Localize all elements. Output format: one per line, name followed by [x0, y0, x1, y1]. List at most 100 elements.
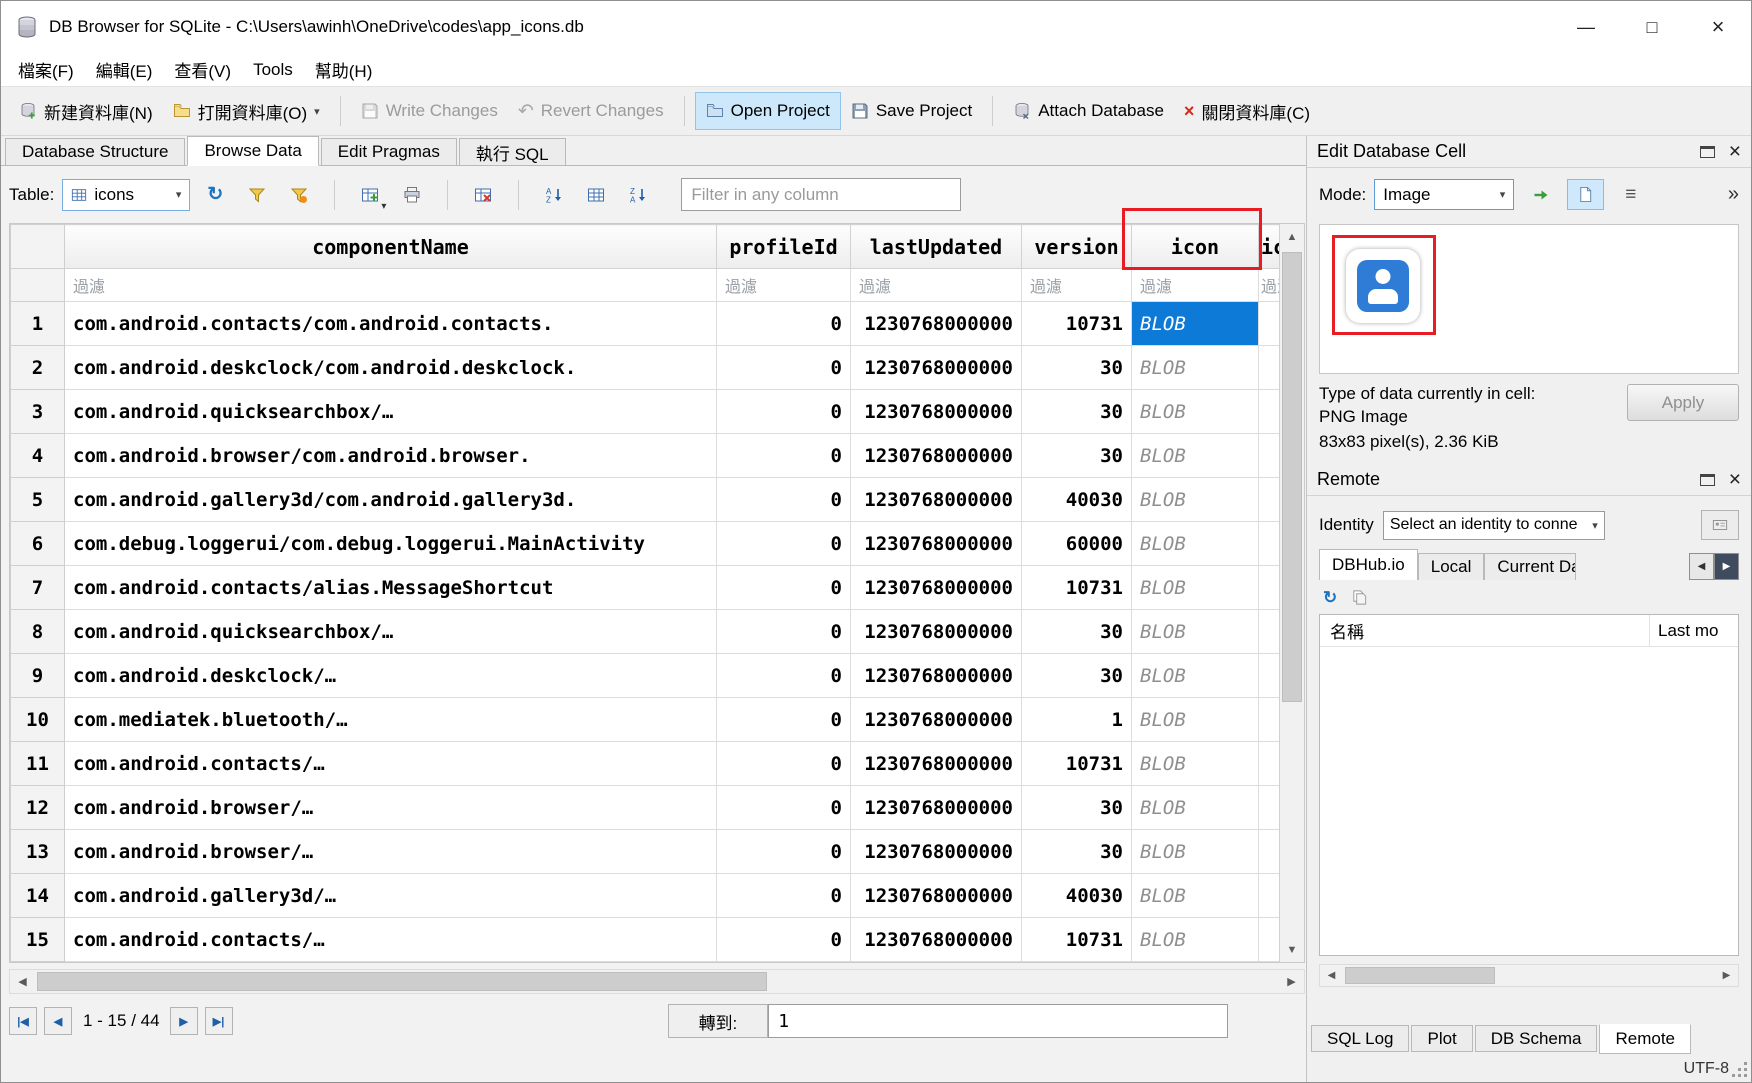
open-database-dropdown[interactable]: ▾: [314, 105, 320, 118]
menu-tools[interactable]: Tools: [242, 55, 304, 85]
cell-lastUpdated[interactable]: 1230768000000: [851, 698, 1022, 742]
row-number[interactable]: 6: [11, 522, 65, 566]
cell-profileId[interactable]: 0: [717, 742, 851, 786]
cell-icon[interactable]: BLOB: [1132, 742, 1259, 786]
cell-componentName[interactable]: com.android.quicksearchbox/…: [65, 390, 717, 434]
cell-profileId[interactable]: 0: [717, 478, 851, 522]
row-number[interactable]: 1: [11, 302, 65, 346]
cell-lastUpdated[interactable]: 1230768000000: [851, 566, 1022, 610]
print-button[interactable]: [395, 179, 429, 211]
row-number[interactable]: 13: [11, 830, 65, 874]
cell-lastUpdated[interactable]: 1230768000000: [851, 654, 1022, 698]
col-componentName[interactable]: componentName: [65, 225, 717, 269]
cell-extra[interactable]: [1259, 390, 1281, 434]
cell-extra[interactable]: [1259, 478, 1281, 522]
cell-icon[interactable]: BLOB: [1132, 302, 1259, 346]
filter-profileId[interactable]: 過濾: [717, 269, 851, 302]
scroll-up-icon[interactable]: ▲: [1280, 224, 1304, 249]
cell-profileId[interactable]: 0: [717, 434, 851, 478]
cell-version[interactable]: 10731: [1022, 566, 1132, 610]
col-profileId[interactable]: profileId: [717, 225, 851, 269]
columns-button[interactable]: [579, 179, 613, 211]
cell-componentName[interactable]: com.android.deskclock/…: [65, 654, 717, 698]
cell-componentName[interactable]: com.android.gallery3d/…: [65, 874, 717, 918]
cell-lastUpdated[interactable]: 1230768000000: [851, 830, 1022, 874]
cell-icon[interactable]: BLOB: [1132, 478, 1259, 522]
goto-input[interactable]: [768, 1004, 1228, 1038]
global-filter-input[interactable]: [681, 178, 961, 211]
cell-version[interactable]: 30: [1022, 346, 1132, 390]
col-lastUpdated[interactable]: lastUpdated: [851, 225, 1022, 269]
close-panel-icon[interactable]: ×: [1729, 141, 1741, 162]
tab-sql-log[interactable]: SQL Log: [1311, 1025, 1409, 1052]
cell-lastUpdated[interactable]: 1230768000000: [851, 478, 1022, 522]
identity-settings-button[interactable]: [1701, 510, 1739, 540]
sort-asc-button[interactable]: AZ: [537, 179, 571, 211]
cell-extra[interactable]: [1259, 742, 1281, 786]
cell-version[interactable]: 1: [1022, 698, 1132, 742]
attach-database-button[interactable]: Attach Database: [1003, 93, 1174, 129]
identity-select[interactable]: Select an identity to conne ▾: [1383, 511, 1605, 540]
cell-componentName[interactable]: com.android.contacts/…: [65, 742, 717, 786]
maximize-button[interactable]: □: [1619, 1, 1685, 53]
cell-profileId[interactable]: 0: [717, 874, 851, 918]
filter-componentName[interactable]: 過濾: [65, 269, 717, 302]
row-number[interactable]: 14: [11, 874, 65, 918]
minimize-button[interactable]: —: [1553, 1, 1619, 53]
resize-grip[interactable]: [1744, 1074, 1747, 1077]
cell-componentName[interactable]: com.android.browser/…: [65, 830, 717, 874]
cell-version[interactable]: 40030: [1022, 478, 1132, 522]
cell-componentName[interactable]: com.android.deskclock/com.android.deskcl…: [65, 346, 717, 390]
row-number[interactable]: 5: [11, 478, 65, 522]
cell-extra[interactable]: [1259, 346, 1281, 390]
scroll-left-icon[interactable]: ◀: [10, 970, 35, 993]
cell-profileId[interactable]: 0: [717, 698, 851, 742]
cell-icon[interactable]: BLOB: [1132, 918, 1259, 962]
scroll-right-icon[interactable]: ▶: [1279, 970, 1304, 993]
cell-version[interactable]: 30: [1022, 654, 1132, 698]
filter-icon[interactable]: 過濾: [1132, 269, 1259, 302]
cell-lastUpdated[interactable]: 1230768000000: [851, 610, 1022, 654]
clone-database-icon[interactable]: [1351, 589, 1368, 606]
cell-profileId[interactable]: 0: [717, 610, 851, 654]
row-number[interactable]: 15: [11, 918, 65, 962]
next-record-button[interactable]: ▶: [170, 1007, 198, 1035]
text-mode-button[interactable]: [1567, 179, 1604, 210]
last-record-button[interactable]: ▶|: [205, 1007, 233, 1035]
row-number[interactable]: 4: [11, 434, 65, 478]
new-record-button[interactable]: ▾: [353, 179, 387, 211]
cell-lastUpdated[interactable]: 1230768000000: [851, 302, 1022, 346]
cell-componentName[interactable]: com.android.contacts/com.android.contact…: [65, 302, 717, 346]
cell-lastUpdated[interactable]: 1230768000000: [851, 742, 1022, 786]
cell-icon[interactable]: BLOB: [1132, 874, 1259, 918]
list-mode-button[interactable]: ≡: [1612, 179, 1649, 210]
col-ic-partial[interactable]: ic: [1259, 225, 1281, 269]
tab-database-structure[interactable]: Database Structure: [5, 138, 185, 165]
cell-icon[interactable]: BLOB: [1132, 654, 1259, 698]
remote-horizontal-scrollbar[interactable]: ◀ ▶: [1319, 964, 1739, 987]
row-number[interactable]: 10: [11, 698, 65, 742]
cell-profileId[interactable]: 0: [717, 830, 851, 874]
name-column-header[interactable]: 名稱: [1320, 615, 1650, 646]
remote-scroll-thumb[interactable]: [1345, 967, 1495, 984]
menu-view[interactable]: 查看(V): [163, 52, 242, 87]
cell-extra[interactable]: [1259, 610, 1281, 654]
cell-componentName[interactable]: com.android.contacts/alias.MessageShortc…: [65, 566, 717, 610]
cell-icon[interactable]: BLOB: [1132, 346, 1259, 390]
clear-filters-button[interactable]: [282, 179, 316, 211]
tab-plot[interactable]: Plot: [1411, 1025, 1472, 1052]
open-database-button[interactable]: 打開資料庫(O) ▾: [163, 91, 330, 132]
filter-version[interactable]: 過濾: [1022, 269, 1132, 302]
cell-icon[interactable]: BLOB: [1132, 610, 1259, 654]
write-changes-button[interactable]: Write Changes: [351, 93, 508, 129]
close-button[interactable]: ×: [1685, 1, 1751, 53]
row-number[interactable]: 9: [11, 654, 65, 698]
cell-lastUpdated[interactable]: 1230768000000: [851, 346, 1022, 390]
cell-extra[interactable]: [1259, 698, 1281, 742]
tab-edit-pragmas[interactable]: Edit Pragmas: [321, 138, 457, 165]
cell-componentName[interactable]: com.android.quicksearchbox/…: [65, 610, 717, 654]
goto-button[interactable]: 轉到:: [668, 1004, 769, 1038]
cell-icon[interactable]: BLOB: [1132, 786, 1259, 830]
cell-componentName[interactable]: com.mediatek.bluetooth/…: [65, 698, 717, 742]
remote-refresh-icon[interactable]: ↻: [1323, 589, 1337, 606]
